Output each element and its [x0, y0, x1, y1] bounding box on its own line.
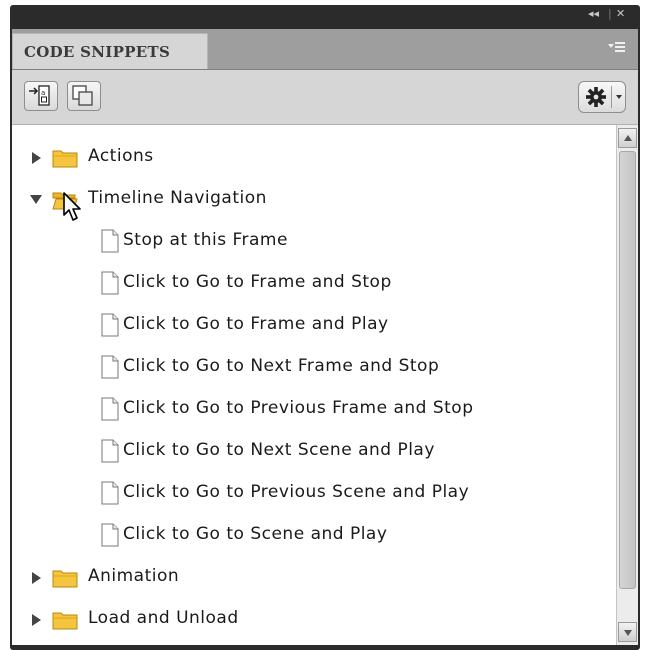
- tree-item-label: Click to Go to Previous Scene and Play: [123, 482, 470, 502]
- tree-snippet[interactable]: Click to Go to Scene and Play: [12, 520, 612, 550]
- scrollbar-thumb[interactable]: [619, 151, 636, 589]
- expand-arrow-icon[interactable]: [32, 152, 41, 164]
- tree-item-label: Click to Go to Next Frame and Stop: [123, 356, 440, 376]
- control-separator: |: [608, 7, 612, 20]
- snippets-toolbar: a: [12, 70, 638, 125]
- tab-row: CODE SNIPPETS: [12, 29, 638, 70]
- tree-item-label: Load and Unload: [88, 608, 239, 628]
- svg-text:a: a: [41, 89, 45, 97]
- scroll-down-button[interactable]: [618, 622, 637, 642]
- tree-item-label: Click to Go to Scene and Play: [123, 524, 388, 544]
- tree-snippet[interactable]: Click to Go to Frame and Stop: [12, 268, 612, 298]
- panel-top-strip: ◂◂ | ✕: [10, 5, 640, 29]
- document-icon: [101, 271, 119, 295]
- tree-snippet[interactable]: Stop at this Frame: [12, 226, 612, 256]
- document-icon: [101, 313, 119, 337]
- tree-folder-actions[interactable]: Actions: [12, 142, 612, 172]
- tree-item-label: Click to Go to Frame and Play: [123, 314, 389, 334]
- vertical-scrollbar[interactable]: [616, 125, 638, 645]
- tree-item-label: Actions: [88, 146, 154, 166]
- folder-icon: [52, 612, 78, 630]
- tree-item-label: Stop at this Frame: [123, 230, 288, 250]
- tree-folder-load-and-unload[interactable]: Load and Unload: [12, 604, 612, 634]
- collapse-arrow-icon[interactable]: [30, 195, 42, 204]
- tree-snippet[interactable]: Click to Go to Previous Scene and Play: [12, 478, 612, 508]
- tree-snippet[interactable]: Click to Go to Next Frame and Stop: [12, 352, 612, 382]
- document-icon: [101, 439, 119, 463]
- expand-arrow-icon[interactable]: [32, 614, 41, 626]
- arrow-up-icon: [624, 135, 632, 141]
- tree-snippet[interactable]: Click to Go to Previous Frame and Stop: [12, 394, 612, 424]
- tree-item-label: Click to Go to Frame and Stop: [123, 272, 392, 292]
- document-icon: [101, 397, 119, 421]
- mouse-pointer-icon: [63, 192, 81, 221]
- tree-item-label: Click to Go to Previous Frame and Stop: [123, 398, 474, 418]
- insert-code-icon: a: [29, 85, 50, 106]
- insert-code-button[interactable]: a: [24, 81, 58, 111]
- copy-to-clipboard-icon: [72, 85, 93, 106]
- snippets-tree: Actions Timeline Navigation Stop at this…: [12, 125, 638, 645]
- document-icon: [101, 229, 119, 253]
- tree-snippet[interactable]: Click to Go to Frame and Play: [12, 310, 612, 340]
- panel-title: CODE SNIPPETS: [24, 43, 171, 61]
- panel-menu-icon[interactable]: [608, 37, 630, 59]
- tree-folder-animation[interactable]: Animation: [12, 562, 612, 592]
- folder-icon: [52, 570, 78, 588]
- collapse-panel-button[interactable]: ◂◂: [588, 7, 599, 20]
- close-panel-button[interactable]: ✕: [616, 7, 625, 20]
- tab-code-snippets[interactable]: CODE SNIPPETS: [12, 33, 208, 69]
- copy-to-clipboard-button[interactable]: [67, 81, 101, 111]
- gear-icon: [586, 87, 606, 107]
- tree-item-label: Timeline Navigation: [88, 188, 267, 208]
- tree-folder-timeline-navigation[interactable]: Timeline Navigation: [12, 184, 612, 214]
- folder-icon: [52, 150, 78, 168]
- options-menu-button[interactable]: [578, 81, 626, 113]
- scroll-up-button[interactable]: [618, 128, 637, 148]
- expand-arrow-icon[interactable]: [32, 572, 41, 584]
- chevron-down-icon: [616, 95, 622, 99]
- tree-snippet[interactable]: Click to Go to Next Scene and Play: [12, 436, 612, 466]
- document-icon: [101, 481, 119, 505]
- document-icon: [101, 355, 119, 379]
- arrow-down-icon: [624, 630, 632, 636]
- document-icon: [101, 523, 119, 547]
- tree-item-label: Click to Go to Next Scene and Play: [123, 440, 435, 460]
- tree-item-label: Animation: [88, 566, 180, 586]
- code-snippets-panel: ◂◂ | ✕ CODE SNIPPETS a Actions Timeline …: [10, 5, 640, 650]
